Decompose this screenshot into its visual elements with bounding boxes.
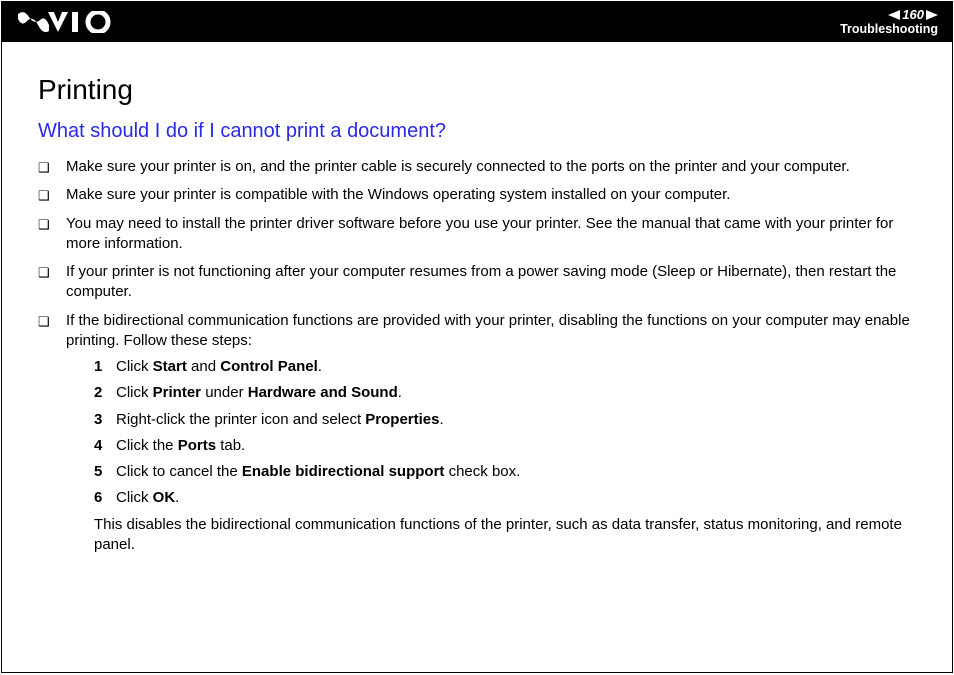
step-number: 4 (94, 436, 116, 456)
list-item: ❑ If the bidirectional communication fun… (38, 311, 916, 556)
step-text: Click Start and Control Panel. (116, 357, 916, 377)
header-right: 160 Troubleshooting (840, 8, 938, 36)
bullet-text: Make sure your printer is on, and the pr… (66, 157, 916, 177)
step-number: 1 (94, 357, 116, 377)
step-text: Click the Ports tab. (116, 436, 916, 456)
bullet-icon: ❑ (38, 262, 66, 282)
step-item: 6Click OK. (94, 488, 916, 508)
list-item: ❑ Make sure your printer is on, and the … (38, 157, 916, 177)
trailing-note: This disables the bidirectional communic… (66, 515, 916, 556)
step-number: 2 (94, 383, 116, 403)
question-heading: What should I do if I cannot print a doc… (38, 120, 916, 143)
bullet-text: If the bidirectional communication funct… (66, 311, 916, 556)
page-frame: 160 Troubleshooting Printing What should… (1, 1, 953, 673)
list-item: ❑ Make sure your printer is compatible w… (38, 185, 916, 205)
bullet-list: ❑ Make sure your printer is on, and the … (38, 157, 916, 555)
page-number: 160 (902, 8, 924, 21)
step-number: 5 (94, 462, 116, 482)
page-title: Printing (38, 74, 916, 106)
header-bar: 160 Troubleshooting (2, 2, 952, 42)
step-item: 4Click the Ports tab. (94, 436, 916, 456)
step-item: 3Right-click the printer icon and select… (94, 410, 916, 430)
step-text: Click to cancel the Enable bidirectional… (116, 462, 916, 482)
bullet-text: You may need to install the printer driv… (66, 214, 916, 255)
bullet-intro: If the bidirectional communication funct… (66, 312, 910, 349)
bullet-icon: ❑ (38, 185, 66, 205)
bullet-text: If your printer is not functioning after… (66, 262, 916, 303)
step-item: 1Click Start and Control Panel. (94, 357, 916, 377)
vaio-logo (18, 11, 114, 33)
next-page-icon[interactable] (926, 10, 938, 20)
step-number: 6 (94, 488, 116, 508)
section-label: Troubleshooting (840, 23, 938, 36)
page-nav: 160 (888, 8, 938, 21)
step-number: 3 (94, 410, 116, 430)
list-item: ❑ You may need to install the printer dr… (38, 214, 916, 255)
step-item: 2Click Printer under Hardware and Sound. (94, 383, 916, 403)
bullet-icon: ❑ (38, 157, 66, 177)
steps-list: 1Click Start and Control Panel. 2Click P… (66, 357, 916, 509)
list-item: ❑ If your printer is not functioning aft… (38, 262, 916, 303)
step-item: 5Click to cancel the Enable bidirectiona… (94, 462, 916, 482)
step-text: Click Printer under Hardware and Sound. (116, 383, 916, 403)
bullet-icon: ❑ (38, 214, 66, 234)
content-area: Printing What should I do if I cannot pr… (2, 42, 952, 555)
bullet-text: Make sure your printer is compatible wit… (66, 185, 916, 205)
step-text: Click OK. (116, 488, 916, 508)
step-text: Right-click the printer icon and select … (116, 410, 916, 430)
prev-page-icon[interactable] (888, 10, 900, 20)
bullet-icon: ❑ (38, 311, 66, 331)
